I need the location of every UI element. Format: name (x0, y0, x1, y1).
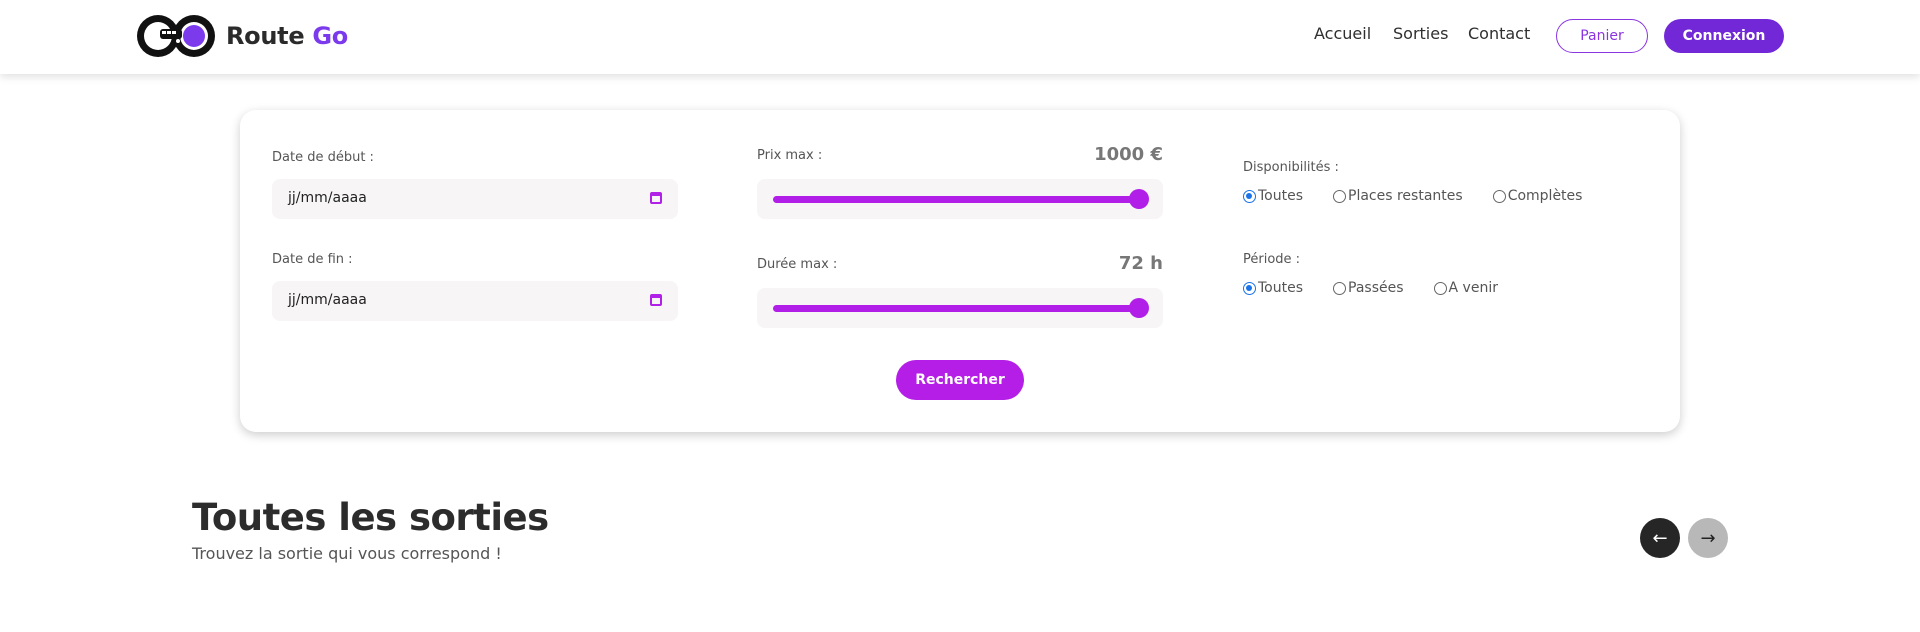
section-subtitle: Trouvez la sortie qui vous correspond ! (192, 544, 502, 563)
carousel-next-button[interactable]: → (1688, 518, 1728, 558)
brand-name: Route Go (226, 22, 348, 50)
duration-slider-track (773, 305, 1139, 312)
availability-radio-completes[interactable]: Complètes (1492, 188, 1582, 204)
login-button[interactable]: Connexion (1664, 19, 1784, 53)
arrow-right-icon: → (1700, 527, 1716, 549)
period-radio-a-venir[interactable]: A venir (1433, 280, 1498, 296)
start-date-value: jj/mm/aaaa (288, 190, 367, 206)
search-button[interactable]: Rechercher (896, 360, 1024, 400)
route-go-logo-icon (137, 15, 215, 57)
duration-slider[interactable] (757, 288, 1163, 328)
period-radio-passees[interactable]: Passées (1333, 280, 1404, 296)
end-date-value: jj/mm/aaaa (288, 292, 367, 308)
duration-value: 72 h (1118, 253, 1163, 274)
top-navbar: Route Go Accueil Sorties Contact Panier … (0, 0, 1920, 74)
nav-link-contact[interactable]: Contact (1468, 24, 1530, 43)
logo-link[interactable]: Route Go (136, 12, 348, 60)
availability-label: Disponibilités : (1243, 160, 1339, 175)
radio-dot (1433, 281, 1447, 295)
price-slider-thumb[interactable] (1129, 189, 1149, 209)
period-label: Période : (1243, 252, 1301, 267)
availability-radio-toutes[interactable]: Toutes (1243, 188, 1303, 204)
price-slider[interactable] (757, 179, 1163, 219)
duration-label: Durée max : (757, 257, 838, 272)
period-radio-group: Toutes Passées A venir (1243, 280, 1528, 296)
start-date-label: Date de début : (272, 150, 374, 165)
cart-button[interactable]: Panier (1556, 19, 1648, 53)
price-label: Prix max : (757, 148, 823, 163)
arrow-left-icon: ← (1652, 527, 1668, 549)
calendar-icon[interactable] (650, 294, 662, 306)
price-value: 1000 € (1094, 144, 1163, 165)
period-radio-toutes[interactable]: Toutes (1243, 280, 1303, 296)
duration-slider-thumb[interactable] (1129, 298, 1149, 318)
availability-radio-group: Toutes Places restantes Complètes (1243, 188, 1612, 204)
radio-dot (1333, 281, 1347, 295)
price-slider-track (773, 196, 1139, 203)
filter-panel: Date de début : jj/mm/aaaa Date de fin :… (240, 110, 1680, 432)
radio-dot (1243, 281, 1256, 295)
end-date-input[interactable]: jj/mm/aaaa (272, 281, 678, 321)
availability-radio-places-restantes[interactable]: Places restantes (1333, 188, 1463, 204)
nav-link-accueil[interactable]: Accueil (1314, 24, 1371, 43)
carousel-prev-button[interactable]: ← (1640, 518, 1680, 558)
section-title: Toutes les sorties (192, 496, 549, 539)
start-date-input[interactable]: jj/mm/aaaa (272, 179, 678, 219)
radio-dot (1492, 189, 1506, 203)
calendar-icon[interactable] (650, 192, 662, 204)
radio-dot (1333, 189, 1347, 203)
end-date-label: Date de fin : (272, 252, 353, 267)
nav-link-sorties[interactable]: Sorties (1393, 24, 1448, 43)
radio-dot (1243, 189, 1256, 203)
